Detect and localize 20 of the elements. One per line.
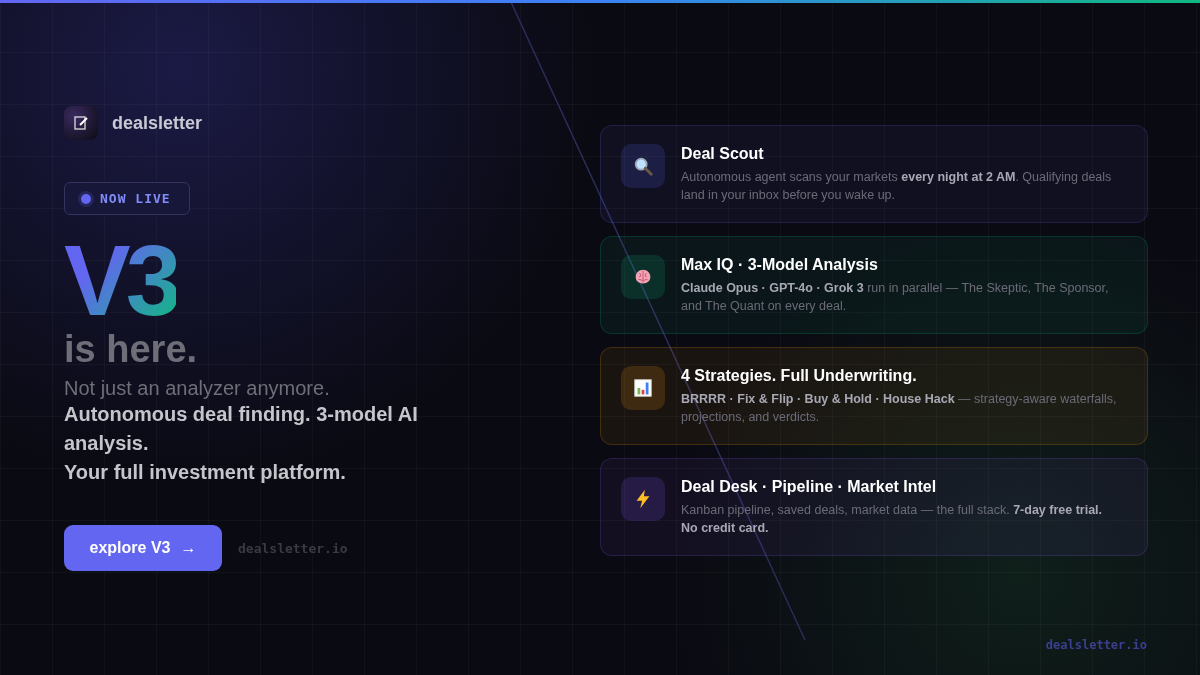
feature-description: Autonomous agent scans your markets every night at 2 AM. Qualifying deals land in your inbox before you wake up. <box>681 169 1113 204</box>
feature-title: 4 Strategies. Full Underwriting. <box>681 367 918 385</box>
feature-description: Kanban pipeline, saved deals, market data — the full stack. 7-day free trial. No credit card. <box>681 502 1104 537</box>
logo-icon <box>64 106 98 140</box>
feature-description: BRRRR · Fix & Flip · Buy & Hold · House Hack — strategy-aware waterfalls, projections, and verdicts. <box>681 391 1118 426</box>
footer-url: dealsletter.io <box>1045 638 1147 652</box>
bar-chart-icon <box>632 377 654 399</box>
feature-title: Deal Scout <box>681 145 765 163</box>
tagline: Not just an analyzer anymore. <box>64 377 331 400</box>
feature-title: Deal Desk · Pipeline · Market Intel <box>681 478 938 496</box>
description-line: Autonomous deal finding. 3-model AI analysis. <box>64 402 419 456</box>
live-dot-icon <box>81 193 91 204</box>
search-icon <box>632 155 654 177</box>
description-line: Your full investment platform. <box>64 460 347 485</box>
headline: is here. <box>64 327 199 371</box>
feature-title: Max IQ · 3-Model Analysis <box>681 256 879 274</box>
brand-name: dealsletter <box>112 112 203 134</box>
badge-label: NOW LIVE <box>100 191 171 206</box>
explore-button[interactable]: explore V3 → <box>64 525 222 571</box>
feature-description: Claude Opus · GPT-4o · Grok 3 run in parallel — The Skeptic, The Sponsor, and The Quant on every deal. <box>681 280 1110 315</box>
